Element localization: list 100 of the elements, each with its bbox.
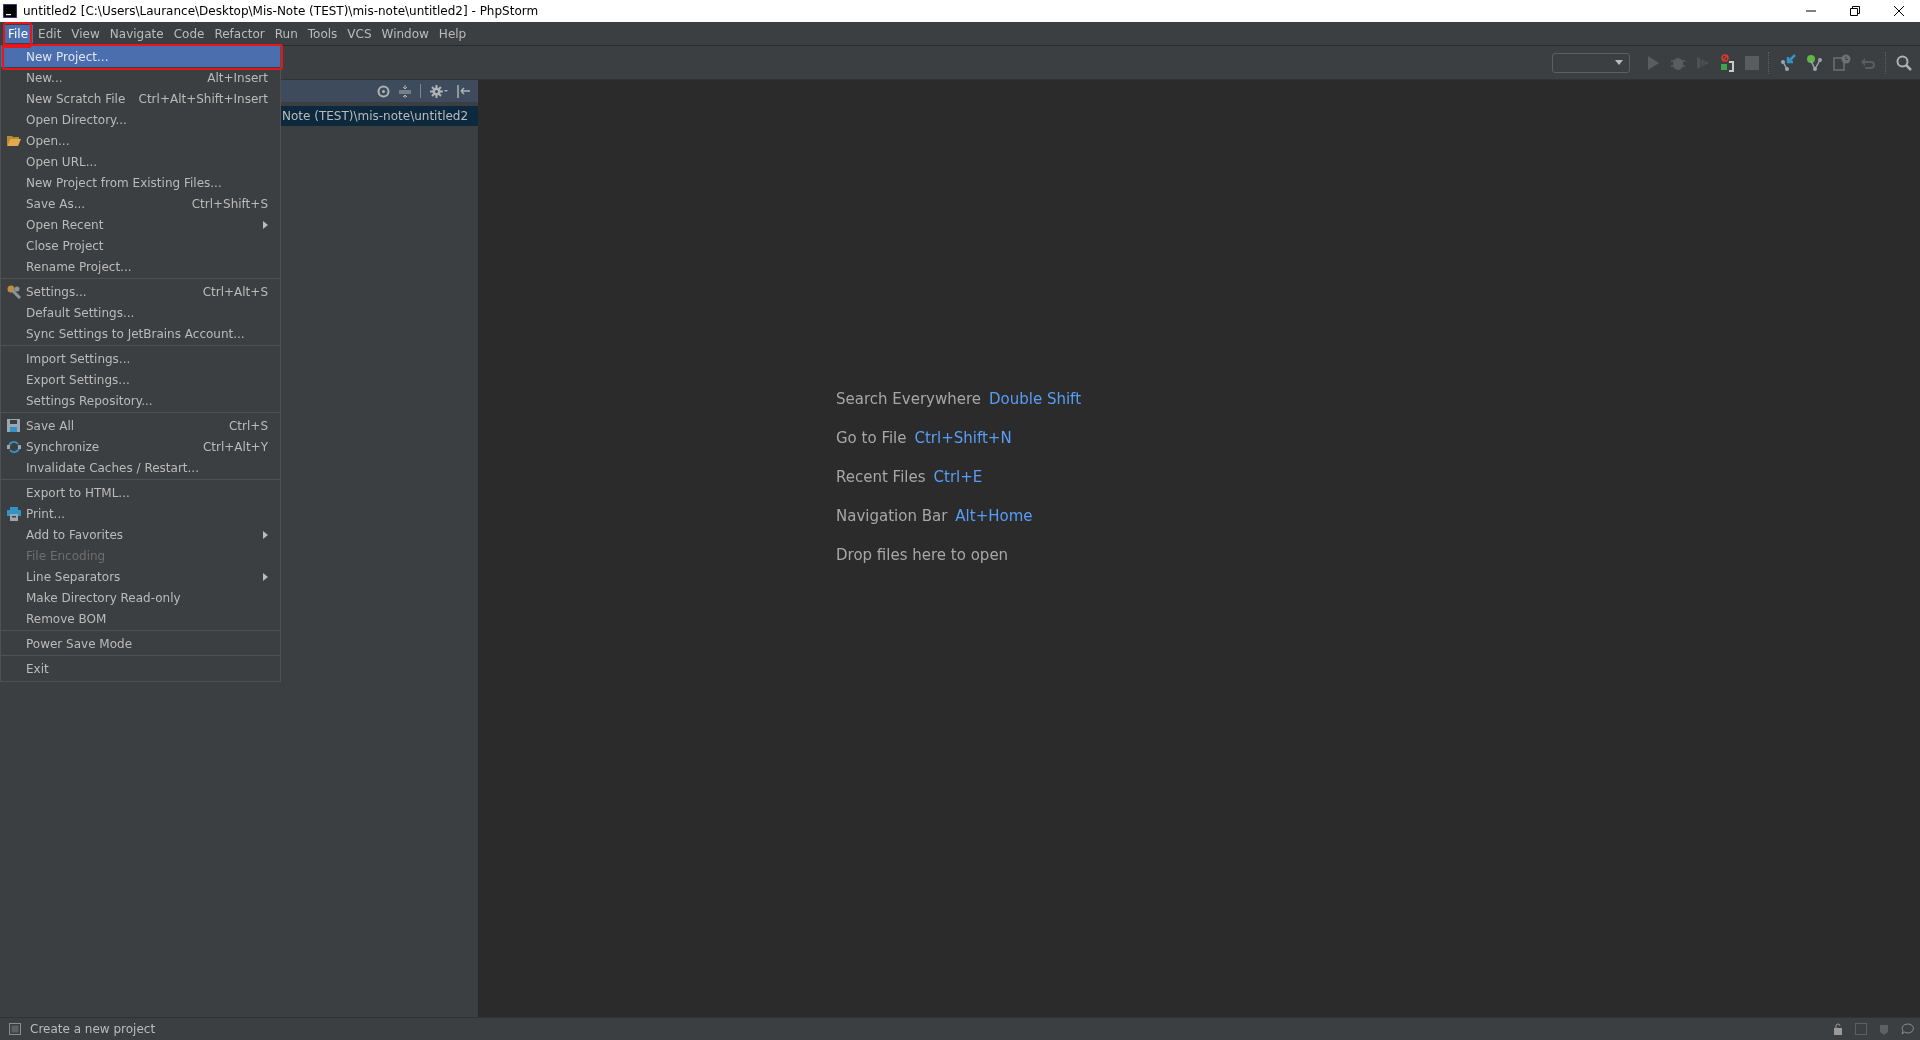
menu-item-label: Print...: [26, 506, 66, 521]
menu-item[interactable]: Help: [433, 24, 472, 43]
printer-icon: [6, 506, 21, 521]
menu-item[interactable]: View: [66, 24, 105, 43]
menu-item-label: Settings Repository...: [26, 393, 153, 408]
panel-toggle-icon[interactable]: [9, 1023, 21, 1035]
menu-item-label: Open...: [26, 133, 70, 148]
lock-icon[interactable]: [1833, 1023, 1843, 1035]
menu-item[interactable]: Export to HTML...: [1, 482, 280, 503]
shortcut-label: Ctrl+E: [933, 468, 983, 486]
menu-item[interactable]: Open Recent: [1, 214, 280, 235]
event-log-icon[interactable]: [1901, 1023, 1914, 1035]
menu-item[interactable]: Export Settings...: [1, 369, 280, 390]
status-message: Create a new project: [30, 1022, 156, 1036]
app-logo-icon: [3, 4, 17, 18]
menu-item[interactable]: Sync Settings to JetBrains Account...: [1, 323, 280, 344]
wrench-icon: [6, 284, 21, 299]
shortcut-label: Ctrl+Shift+S: [191, 196, 268, 211]
menu-item-label: Export Settings...: [26, 372, 130, 387]
hide-panel-icon[interactable]: [457, 84, 470, 98]
gear-icon[interactable]: [430, 84, 448, 98]
menu-item[interactable]: Window: [376, 24, 434, 43]
menu-item[interactable]: Edit: [33, 24, 67, 43]
menu-item[interactable]: Open URL...: [1, 151, 280, 172]
menu-item-label: Settings...: [26, 284, 87, 299]
attach-icon[interactable]: [1720, 53, 1736, 72]
menu-item[interactable]: Settings Repository...: [1, 390, 280, 411]
shortcut-label: Ctrl+Shift+N: [914, 429, 1012, 447]
menu-item-label: Save All: [26, 418, 75, 433]
menu-item[interactable]: Make Directory Read-only: [1, 587, 280, 608]
menu-item[interactable]: New... Alt+Insert: [1, 67, 280, 88]
menu-item[interactable]: Navigate: [104, 24, 169, 43]
menu-item[interactable]: Exit: [1, 658, 280, 679]
menu-item[interactable]: Save All Ctrl+S: [1, 415, 280, 436]
hint-label: Go to File: [836, 429, 907, 447]
menu-item[interactable]: Open Directory...: [1, 109, 280, 130]
shortcut-label: Ctrl+S: [228, 418, 268, 433]
menu-item-label: Exit: [26, 661, 49, 676]
menu-item[interactable]: Tools: [302, 24, 343, 43]
menu-item-label: Remove BOM: [26, 611, 107, 626]
menu-item[interactable]: New Project...: [1, 46, 280, 67]
menu-item[interactable]: Synchronize Ctrl+Alt+Y: [1, 436, 280, 457]
menu-item[interactable]: Invalidate Caches / Restart...: [1, 457, 280, 478]
menu-item[interactable]: Open...: [1, 130, 280, 151]
shortcut-label: Double Shift: [989, 390, 1081, 408]
menu-item-label: Rename Project...: [26, 259, 132, 274]
caret-icon: [1615, 60, 1623, 65]
hint-label: Search Everywhere: [836, 390, 981, 408]
menu-item-label: Line Separators: [26, 569, 121, 584]
menu-item[interactable]: Print...: [1, 503, 280, 524]
menu-item[interactable]: Line Separators: [1, 566, 280, 587]
collapse-all-icon[interactable]: [399, 84, 411, 98]
window-title: untitled2 [C:\Users\Laurance\Desktop\Mis-Note (TEST)\mis-note\untitled2] - PhpStorm: [23, 4, 539, 18]
vcs-commit-icon[interactable]: [1806, 53, 1824, 72]
menu-item[interactable]: Remove BOM: [1, 608, 280, 629]
restore-icon[interactable]: [1850, 6, 1860, 16]
menu-item[interactable]: Save As... Ctrl+Shift+S: [1, 193, 280, 214]
shortcut-label: Ctrl+Alt+Shift+Insert: [138, 91, 268, 106]
menu-item[interactable]: Import Settings...: [1, 348, 280, 369]
menu-item-label: Synchronize: [26, 439, 100, 454]
menu-item-label: New Project...: [26, 49, 109, 64]
menu-item-label: Open Recent: [26, 217, 104, 232]
menu-item[interactable]: New Project from Existing Files...: [1, 172, 280, 193]
menu-item[interactable]: Close Project: [1, 235, 280, 256]
vcs-update-icon[interactable]: [1779, 53, 1797, 72]
menu-item[interactable]: Run: [269, 24, 303, 43]
close-icon[interactable]: [1894, 6, 1904, 16]
menu-item-label: Add to Favorites: [26, 527, 124, 542]
folder-icon: [6, 135, 21, 146]
menu-item[interactable]: Settings... Ctrl+Alt+S: [1, 281, 280, 302]
menu-item-label: New...: [26, 70, 63, 85]
menu-item[interactable]: Rename Project...: [1, 256, 280, 277]
hint-label: Recent Files: [836, 468, 926, 486]
menu-item-label: Save As...: [26, 196, 86, 211]
hint-label: Navigation Bar: [836, 507, 948, 525]
shortcut-label: Alt+Insert: [207, 70, 268, 85]
hint-label: Drop files here to open: [836, 546, 1009, 564]
search-icon[interactable]: [1896, 54, 1912, 71]
menu-item-label: Make Directory Read-only: [26, 590, 181, 605]
menu-item-label: New Project from Existing Files...: [26, 175, 222, 190]
menu-item[interactable]: Power Save Mode: [1, 633, 280, 654]
menu-item-label: Export to HTML...: [26, 485, 130, 500]
menu-item-label: Open URL...: [26, 154, 98, 169]
menu-item-label: Import Settings...: [26, 351, 131, 366]
menu-item-label: Default Settings...: [26, 305, 135, 320]
menu-item[interactable]: Refactor: [209, 24, 270, 43]
menu-item-label: Power Save Mode: [26, 636, 133, 651]
locate-icon[interactable]: [377, 84, 390, 98]
menu-item[interactable]: VCS: [342, 24, 377, 43]
menu-item-label: New Scratch File: [26, 91, 126, 106]
menu-item[interactable]: Default Settings...: [1, 302, 280, 323]
sync-icon: [6, 439, 21, 454]
menu-item-label: Open Directory...: [26, 112, 127, 127]
menu-item[interactable]: Add to Favorites: [1, 524, 280, 545]
shortcut-label: Ctrl+Alt+Y: [202, 439, 268, 454]
history-icon[interactable]: [1833, 53, 1851, 72]
menu-item-label: Sync Settings to JetBrains Account...: [26, 326, 245, 341]
menu-item[interactable]: Code: [168, 24, 210, 43]
menu-item[interactable]: New Scratch File Ctrl+Alt+Shift+Insert: [1, 88, 280, 109]
menu-item-label: Invalidate Caches / Restart...: [26, 460, 199, 475]
